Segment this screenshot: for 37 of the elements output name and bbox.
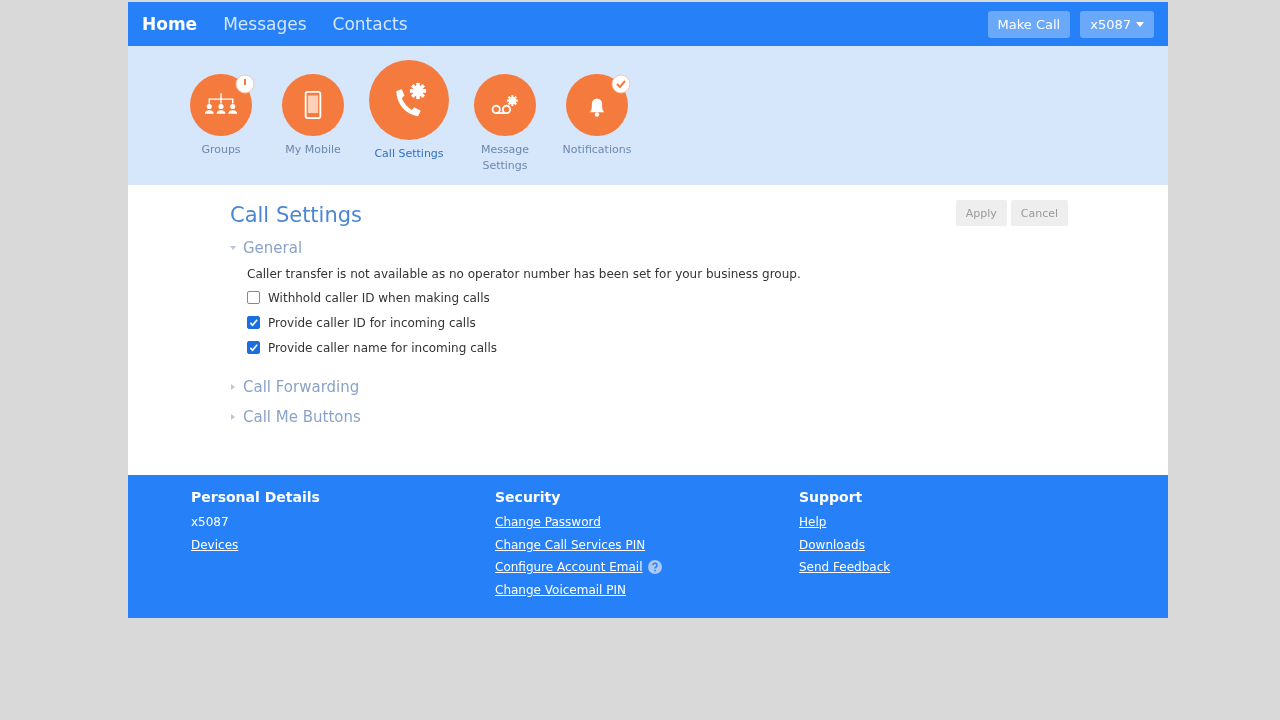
- footer-link[interactable]: Help: [799, 511, 827, 534]
- checkbox-label: Withhold caller ID when making calls: [268, 290, 490, 305]
- checkbox-label: Provide caller name for incoming calls: [268, 340, 497, 355]
- footer-link[interactable]: Devices: [191, 533, 239, 556]
- footer-link[interactable]: Change Password: [495, 511, 601, 534]
- check-badge-icon: [611, 74, 631, 94]
- footer-heading: Personal Details: [191, 489, 321, 505]
- footer-heading: Support: [799, 489, 864, 505]
- caret-icon: [1136, 21, 1144, 27]
- checkbox-label: Provide caller ID for incoming calls: [268, 315, 476, 330]
- checkbox[interactable]: [247, 341, 260, 354]
- nav-link[interactable]: Messages: [223, 14, 307, 34]
- shortcut-tile[interactable]: Message Settings: [466, 46, 544, 174]
- shortcut-tile[interactable]: Groups: [182, 46, 260, 158]
- expand-triangle-icon: [230, 414, 236, 420]
- section-header[interactable]: Call Me Buttons: [230, 408, 361, 426]
- account-dropdown[interactable]: x5087: [1080, 10, 1154, 38]
- checkbox[interactable]: [247, 291, 260, 304]
- footer-link[interactable]: Change Call Services PIN: [495, 533, 646, 556]
- expand-triangle-icon: [230, 384, 236, 390]
- account-number: x5087: [191, 514, 230, 531]
- footer-heading: Security: [495, 489, 562, 505]
- footer-link[interactable]: Configure Account Email: [495, 556, 643, 579]
- footer-link[interactable]: Downloads: [799, 533, 865, 556]
- section-header[interactable]: General: [230, 239, 303, 257]
- info-text: Caller transfer is not available as no operator number has been set for your business group.: [247, 267, 802, 281]
- footer-link[interactable]: Send Feedback: [799, 556, 891, 579]
- page-title: Call Settings: [230, 203, 362, 227]
- nav-link[interactable]: Home: [142, 14, 198, 34]
- shortcut-tile[interactable]: Notifications: [558, 46, 636, 158]
- section-header[interactable]: Call Forwarding: [230, 378, 360, 396]
- shortcut-tile[interactable]: My Mobile: [274, 46, 352, 158]
- collapse-triangle-icon: [230, 245, 236, 251]
- make-call-button[interactable]: Make Call: [987, 10, 1071, 38]
- checkbox[interactable]: [247, 316, 260, 329]
- footer-link[interactable]: Change Voicemail PIN: [495, 578, 626, 601]
- nav-link[interactable]: Contacts: [332, 14, 408, 34]
